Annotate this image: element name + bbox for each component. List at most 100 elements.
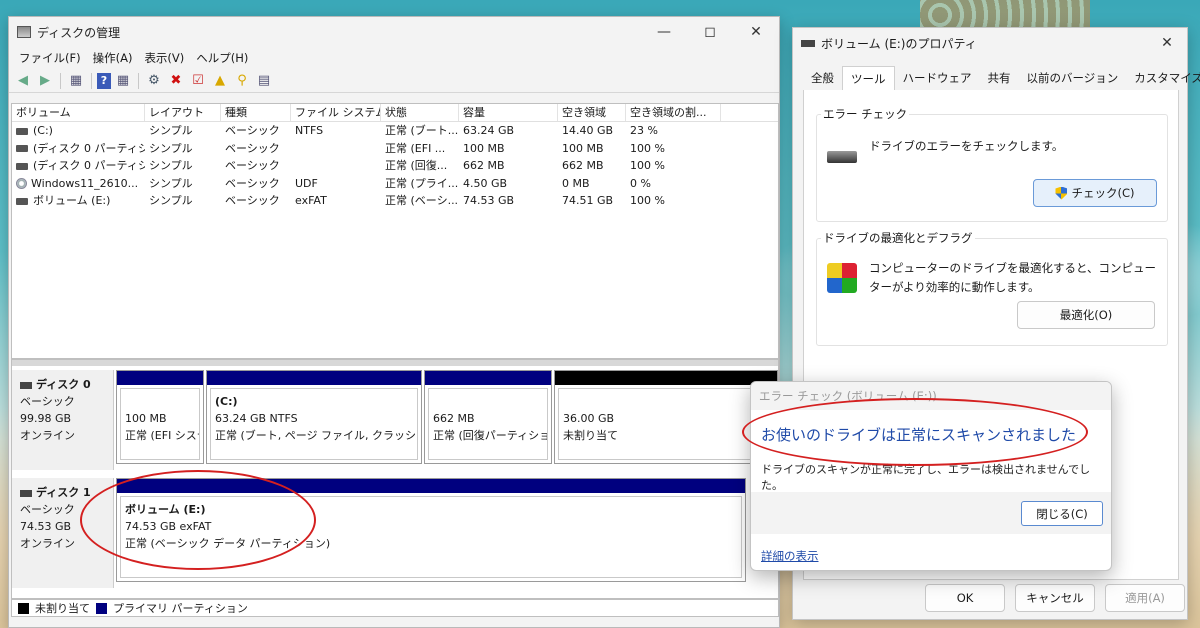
help-icon[interactable]: ? [97,72,111,89]
connect-drive-icon[interactable]: ⚙ [144,71,164,91]
tab-tools[interactable]: ツール [842,66,895,90]
folder-up-icon[interactable]: ▲ [210,71,230,91]
table-row[interactable]: (ディスク 0 パーティショ... シンプル ベーシック 正常 (EFI ...… [12,140,778,158]
partition-unallocated[interactable]: 36.00 GB 未割り当て [554,370,778,464]
properties-tabs: 全般 ツール ハードウェア 共有 以前のバージョン カスタマイズ [803,66,1200,91]
disk-state: オンライン [20,429,75,442]
volume-layout: シンプル [149,194,193,207]
disk-0-label[interactable]: ディスク 0 ベーシック 99.98 GB オンライン [12,370,114,470]
menu-help[interactable]: ヘルプ(H) [190,50,254,66]
partition-efi[interactable]: 100 MB 正常 (EFI システ [116,370,204,464]
maximize-button[interactable]: ◻ [687,17,733,47]
volume-capacity: 4.50 GB [463,176,508,190]
minimize-button[interactable]: — [641,17,687,47]
partition-status: 正常 (EFI システ [125,429,200,442]
volume-free: 0 MB [562,176,590,190]
cancel-button-label: キャンセル [1026,591,1084,605]
partition-bar [555,371,777,385]
apply-button[interactable]: 適用(A) [1105,584,1185,612]
tab-general[interactable]: 全般 [803,66,842,90]
volume-free: 100 MB [562,141,604,155]
properties-pane-icon[interactable]: ▦ [66,71,86,91]
volume-capacity: 74.53 GB [463,194,515,207]
volume-free: 74.51 GB [562,194,614,207]
forward-arrow-icon[interactable]: ▶ [35,71,55,91]
table-row[interactable]: Windows11_2610... シンプル ベーシック UDF 正常 (プライ… [12,175,778,193]
table-row[interactable]: ボリューム (E:) シンプル ベーシック exFAT 正常 (ベーシ... 7… [12,192,778,210]
col-status[interactable]: 状態 [381,104,459,121]
table-row[interactable]: (C:) シンプル ベーシック NTFS 正常 (ブート... 63.24 GB… [12,122,778,140]
disk-icon [20,381,32,389]
delete-icon[interactable]: ✖ [166,71,186,91]
volume-free: 14.40 GB [562,124,614,137]
tab-hardware[interactable]: ハードウェア [895,66,980,90]
tab-sharing[interactable]: 共有 [980,66,1019,90]
close-button[interactable]: ✕ [1147,35,1187,51]
drive-icon [16,145,28,152]
back-arrow-icon[interactable]: ◀ [13,71,33,91]
uac-shield-icon [1055,186,1068,200]
check-button-label: チェック(C) [1071,186,1135,200]
menu-bar: ファイル(F) 操作(A) 表示(V) ヘルプ(H) [9,47,779,69]
search-icon[interactable]: ⚲ [232,71,252,91]
ok-button-label: OK [956,591,974,605]
col-free-pct[interactable]: 空き領域の割... [626,104,721,121]
tab-previous-versions[interactable]: 以前のバージョン [1019,66,1127,90]
col-layout[interactable]: レイアウト [145,104,221,121]
disk-icon [20,489,32,497]
volume-type: ベーシック [225,141,280,155]
scan-result-message: ドライブのスキャンが正常に完了し、エラーは検出されませんでした。 [761,463,1091,492]
partition-c[interactable]: (C:) 63.24 GB NTFS 正常 (ブート, ページ ファイル, クラッシ… [206,370,422,464]
volume-layout: シンプル [149,159,193,172]
partition-size: 662 MB [433,412,475,425]
show-details-link[interactable]: 詳細の表示 [761,548,819,564]
cd-icon [16,178,27,189]
disk-name: ディスク 0 [36,378,91,391]
volume-free-pct: 100 % [630,141,665,155]
view-icon[interactable]: ▦ [113,71,133,91]
close-button[interactable]: ✕ [733,17,779,47]
check-button[interactable]: チェック(C) [1033,179,1157,207]
volume-capacity: 662 MB [463,159,505,172]
disk-size: 99.98 GB [20,412,72,425]
volume-type: ベーシック [225,124,280,137]
menu-file[interactable]: ファイル(F) [13,50,87,66]
drive-icon [16,197,28,205]
toolbar: ◀ ▶ ▦ ? ▦ ⚙ ✖ ☑ ▲ ⚲ ▤ [9,69,779,93]
col-free[interactable]: 空き領域 [558,104,626,121]
properties-title-bar: ボリューム (E:)のプロパティ ✕ [793,28,1187,58]
col-capacity[interactable]: 容量 [459,104,558,121]
volume-capacity: 100 MB [463,141,505,155]
volume-fs [291,140,381,158]
volume-capacity: 63.24 GB [463,124,515,137]
drive-icon [16,162,28,170]
optimize-button[interactable]: 最適化(O) [1017,301,1155,329]
disk-management-icon [17,26,31,38]
check-icon[interactable]: ☑ [188,71,208,91]
pane-splitter[interactable] [12,360,778,366]
ok-button[interactable]: OK [925,584,1005,612]
defrag-title: ドライブの最適化とデフラグ [821,230,975,246]
tab-customize[interactable]: カスタマイズ [1126,66,1200,90]
partition-recovery[interactable]: 662 MB 正常 (回復パーティション [424,370,552,464]
close-dialog-button[interactable]: 閉じる(C) [1021,501,1103,526]
col-type[interactable]: 種類 [221,104,291,121]
drive-icon [801,39,815,47]
partition-bar [425,371,551,385]
partition-status: 未割り当て [563,429,618,442]
properties-title: ボリューム (E:)のプロパティ [821,36,977,51]
table-row[interactable]: (ディスク 0 パーティショ... シンプル ベーシック 正常 (回復... 6… [12,157,778,175]
cancel-button[interactable]: キャンセル [1015,584,1095,612]
col-volume[interactable]: ボリューム [12,104,145,121]
menu-view[interactable]: 表示(V) [138,50,190,66]
col-filesystem[interactable]: ファイル システム [291,104,381,121]
volume-list-header: ボリューム レイアウト 種類 ファイル システム 状態 容量 空き領域 空き領域… [12,104,778,122]
legend-primary-swatch [96,602,107,614]
legend: 未割り当て プライマリ パーティション [11,599,779,617]
error-check-title: エラー チェック [821,106,910,122]
partition-status: 正常 (回復パーティション [433,429,547,442]
menu-action[interactable]: 操作(A) [87,50,139,66]
legend-unallocated-swatch [18,602,29,614]
window-title: ディスクの管理 [37,25,121,40]
list-icon[interactable]: ▤ [254,71,274,91]
